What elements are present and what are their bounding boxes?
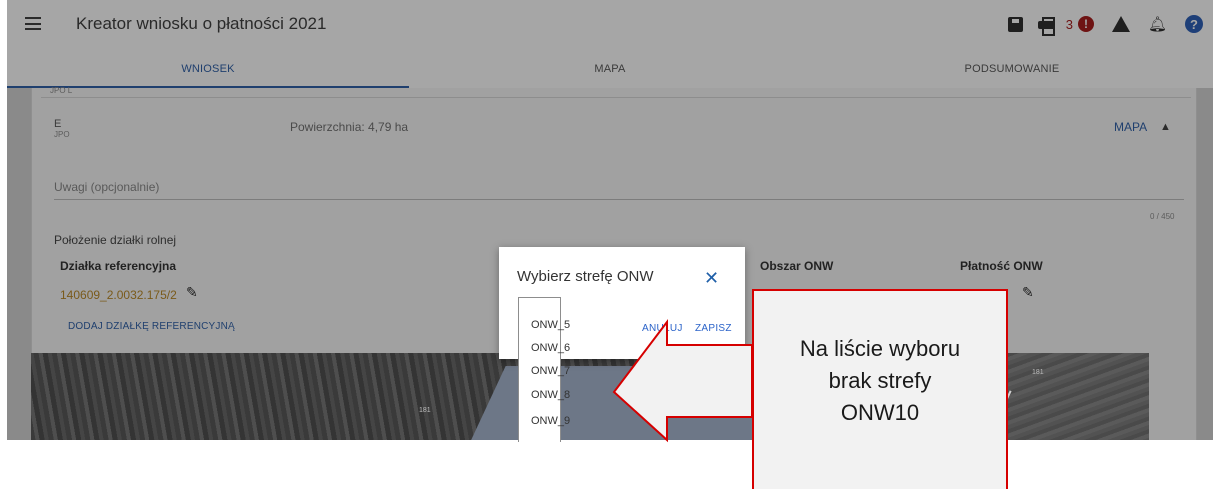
onw-dropdown-list[interactable]: ONW_5 ONW_6 ONW_7 ONW_8 ONW_9 [518,297,570,442]
error-count[interactable]: 3 [1066,17,1073,32]
hamburger-menu-icon[interactable] [25,17,41,30]
dropdown-option[interactable]: ONW_8 [531,389,570,401]
dropdown-option[interactable]: ONW_6 [531,342,570,354]
previous-row: JPO L [41,86,1191,98]
tab-bar: WNIOSEK MAPA PODSUMOWANIE [7,48,1213,88]
add-reference-parcel-button[interactable]: DODAJ DZIAŁKĘ REFERENCYJNĄ [68,321,235,332]
warning-icon[interactable] [1111,16,1130,32]
top-bar: Kreator wniosku o płatności 2021 3 ! 🔔︎ … [7,0,1213,48]
callout-text: Na liście wyboru brak strefy ONW10 [752,333,1008,429]
notes-counter: 0 / 450 [1150,212,1175,221]
column-header-reference-parcel: Działka referencyjna [60,259,177,273]
chevron-up-icon[interactable]: ▲ [1160,121,1171,133]
app-title: Kreator wniosku o płatności 2021 [76,14,327,33]
row-letter: E [54,118,62,130]
save-icon[interactable] [1007,16,1023,32]
row-area: Powierzchnia: 4,79 ha [290,120,409,134]
dialog-title: Wybierz strefę ONW [517,268,654,285]
notes-input[interactable]: Uwagi (opcjonalnie) [54,180,159,194]
edit-pencil-icon[interactable]: ✎ [186,284,198,301]
screenshot-stage: Kreator wniosku o płatności 2021 3 ! 🔔︎ … [0,0,1213,489]
error-icon[interactable]: ! [1077,16,1094,32]
callout-line: Na liście wyboru [799,336,961,361]
parcel-id[interactable]: 140609_2.0032.175/2 [60,288,177,302]
parcel-number-label: 181 [1032,369,1044,376]
dropdown-option[interactable]: ONW_5 [531,319,570,331]
column-header-onw-payment: Płatność ONW [960,259,1043,273]
print-icon[interactable] [1037,16,1055,36]
close-icon[interactable]: ✕ [704,269,719,287]
bell-icon[interactable]: 🔔︎ [1148,15,1167,33]
tab-mapa[interactable]: MAPA [409,48,811,88]
dropdown-option[interactable]: ONW_7 [531,365,570,377]
top-toolbar: 3 ! 🔔︎ ? [993,14,1203,36]
callout-line: ONW10 [840,400,920,425]
previous-row-code: JPO L [50,86,73,95]
row-code: JPO [54,130,70,139]
tab-wniosek[interactable]: WNIOSEK [7,48,409,88]
save-button[interactable]: ZAPISZ [695,323,732,334]
notes-underline [54,199,1184,200]
parcel-number-label: 181 [419,407,431,414]
tab-podsumowanie[interactable]: PODSUMOWANIE [811,48,1213,88]
app-window: Kreator wniosku o płatności 2021 3 ! 🔔︎ … [7,0,1213,440]
cancel-button[interactable]: ANULUJ [642,323,683,334]
column-header-onw-area: Obszar ONW [760,259,834,273]
location-title: Położenie działki rolnej [54,233,177,247]
map-link[interactable]: MAPA [1114,120,1147,134]
callout-line: brak strefy [828,368,932,393]
dropdown-option[interactable]: ONW_9 [531,415,570,427]
edit-payment-pencil-icon[interactable]: ✎ [1022,284,1034,301]
help-icon[interactable]: ? [1185,15,1203,33]
